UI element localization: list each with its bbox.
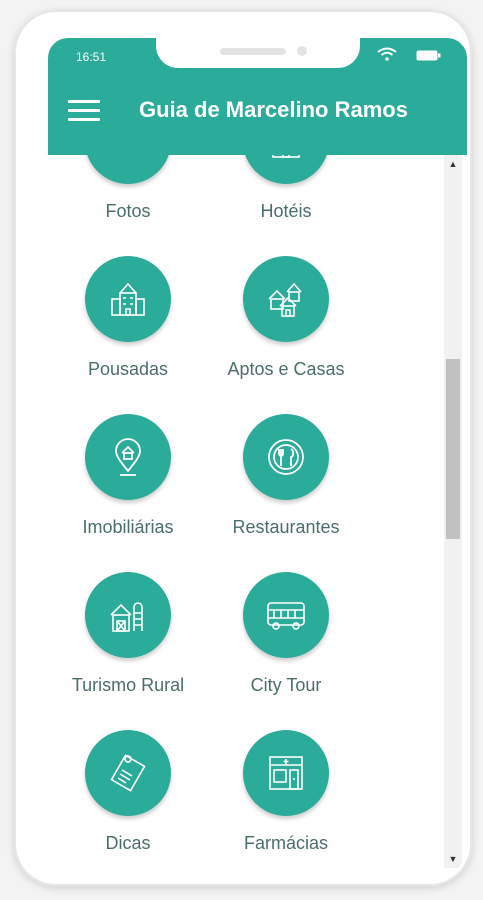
vertical-scrollbar[interactable]: ▲ ▼ [444,155,462,868]
tile-label: Imobiliárias [82,517,174,537]
scroll-down-arrow-icon[interactable]: ▼ [444,850,462,868]
menu-grid-viewport: Fotos Hotéis Pousadas Aptos e Casas Imob… [48,155,444,874]
tile-label: Restaurantes [232,517,340,537]
app-bar: 16:51 Guia de Marcelino Ramos [48,38,467,155]
plate-cutlery-icon [268,439,304,475]
tile-fotos[interactable]: Fotos [48,155,208,256]
battery-icon [416,50,441,61]
inn-building-icon [111,282,145,316]
tile-label: Dicas [105,833,151,853]
tile-imobiliarias[interactable]: Imobiliárias [48,414,208,572]
tile-city-tour[interactable]: City Tour [206,572,366,730]
scroll-thumb[interactable] [446,359,460,539]
front-camera [297,46,307,56]
scroll-up-arrow-icon[interactable]: ▲ [444,155,462,173]
hamburger-menu-icon[interactable] [68,100,100,122]
tile-label: Turismo Rural [71,675,185,695]
app-screen: 16:51 Guia de Marcelino Ramos Fotos Hoté… [48,38,467,874]
barn-icon [110,602,143,632]
tile-aptos-e-casas[interactable]: Aptos e Casas [206,256,366,414]
pharmacy-icon [269,756,303,790]
tile-restaurantes[interactable]: Restaurantes [206,414,366,572]
tile-label: City Tour [250,675,322,695]
tile-label: Farmácias [243,833,328,853]
phone-frame: 16:51 Guia de Marcelino Ramos Fotos Hoté… [14,10,472,886]
app-title: Guia de Marcelino Ramos [139,97,408,122]
phone-notch [156,38,360,68]
location-house-icon [115,438,141,476]
tile-label: Aptos e Casas [227,359,345,379]
tile-label: Hotéis [260,201,312,221]
tile-pousadas[interactable]: Pousadas [48,256,208,414]
hotel-icon [272,155,300,158]
houses-icon [268,282,302,317]
speaker-grille [220,48,286,55]
bus-icon [267,602,305,630]
wifi-icon [377,47,397,61]
status-time: 16:51 [76,50,107,64]
tile-label: Fotos [105,201,151,221]
tile-hoteis[interactable]: Hotéis [206,155,366,256]
tile-label: Pousadas [87,359,169,379]
tile-turismo-rural[interactable]: Turismo Rural [48,572,208,730]
notes-icon [110,754,146,792]
tile-farmacias[interactable]: Farmácias [206,730,366,874]
camera-icon [108,155,148,161]
tile-dicas[interactable]: Dicas [48,730,208,874]
